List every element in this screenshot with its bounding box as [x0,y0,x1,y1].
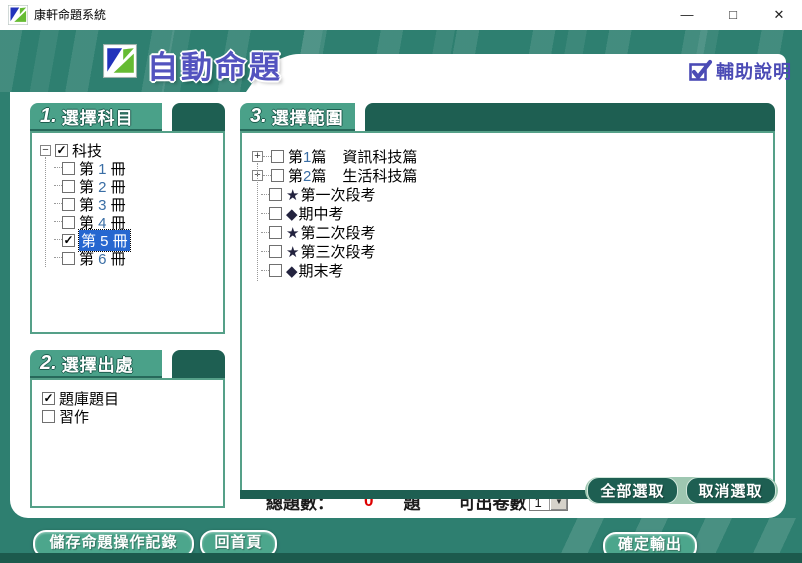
range-tree: + 第1篇資訊科技篇 + 第2篇生活科技篇 ★第一次段考 ◆期中考 [252,147,417,280]
checkbox-exam-1[interactable] [269,188,282,201]
source-item: 習作 [42,407,119,425]
checkbox-exam-2[interactable] [269,207,282,220]
panel2-title: 選擇出處 [62,351,134,376]
tree-connector [45,157,46,267]
selection-buttons-strip: 全部選取 取消選取 [585,477,778,504]
checkbox-exam-3[interactable] [269,226,282,239]
page-title: 自動命題 [147,42,283,87]
tree-row-book: 第 6 冊 [54,249,130,267]
checkbox-exam-4[interactable] [269,245,282,258]
help-link[interactable]: 輔助說明 [688,58,792,84]
panel2-banner: 2. 選擇出處 [30,350,162,378]
tree-label-exam-5[interactable]: ◆期末考 [286,260,344,281]
tree-row-exam: ◆期末考 [252,261,417,280]
deselect-all-button[interactable]: 取消選取 [686,477,776,504]
tree-label-book-6[interactable]: 第 6 冊 [79,248,126,269]
tree-label-exam-1[interactable]: ★第一次段考 [286,184,375,205]
tree-row-chapter: + 第1篇資訊科技篇 [252,147,417,166]
tree-row-exam: ★第三次段考 [252,242,417,261]
help-label: 輔助說明 [716,58,792,84]
tree-row-book: 第 1 冊 [54,159,130,177]
panel1-title: 選擇科目 [62,104,134,129]
tree-row-exam: ◆期中考 [252,204,417,223]
window-title: 康軒命題系統 [34,0,106,30]
checkbox-bank-questions[interactable]: ✓ [42,392,55,405]
source-list-box: ✓ 題庫題目 習作 [30,378,225,508]
panel1-banner-tab [172,103,225,131]
tree-row-root: − ✓ 科技 [40,141,130,159]
tree-connector [257,163,258,281]
app-logo-icon[interactable] [8,5,28,25]
source-label-workbook[interactable]: 習作 [59,406,89,427]
tree-row-book: 第 4 冊 [54,213,130,231]
checkbox-book-5[interactable]: ✓ [62,234,75,247]
tree-row-chapter: + 第2篇生活科技篇 [252,166,417,185]
subject-tree: − ✓ 科技 第 1 冊 第 2 冊 第 3 冊 第 4 冊 [40,141,130,267]
checkbox-book-2[interactable] [62,180,75,193]
panel2-step-number: 2. [40,352,57,375]
checkbox-book-3[interactable] [62,198,75,211]
help-check-icon [688,59,713,84]
tree-row-book: 第 2 冊 [54,177,130,195]
checkbox-book-4[interactable] [62,216,75,229]
tree-label-exam-3[interactable]: ★第二次段考 [286,222,375,243]
source-item: ✓ 題庫題目 [42,389,119,407]
range-tree-box: + 第1篇資訊科技篇 + 第2篇生活科技篇 ★第一次段考 ◆期中考 [240,131,775,490]
tree-label-exam-2[interactable]: ◆期中考 [286,203,344,224]
tree-label-chapter-2[interactable]: 第2篇生活科技篇 [288,165,417,186]
panel3-banner-tab [365,103,775,131]
checkbox-book-1[interactable] [62,162,75,175]
bottom-strip [0,553,802,563]
checkbox-subject[interactable]: ✓ [55,144,68,157]
subject-tree-box: − ✓ 科技 第 1 冊 第 2 冊 第 3 冊 第 4 冊 [30,131,225,334]
source-list: ✓ 題庫題目 習作 [42,389,119,425]
panel3-step-number: 3. [250,105,267,128]
tree-row-exam: ★第二次段考 [252,223,417,242]
panel1-step-number: 1. [40,105,57,128]
expand-icon[interactable]: + [252,151,263,162]
collapse-icon[interactable]: − [40,145,51,156]
title-bar: 康軒命題系統 — □ ✕ [0,0,802,30]
panel3-title: 選擇範圍 [272,104,344,129]
minimize-button[interactable]: — [664,0,710,30]
panel2-banner-tab [172,350,225,378]
checkbox-chapter-1[interactable] [271,150,284,163]
tree-row-exam: ★第一次段考 [252,185,417,204]
maximize-button[interactable]: □ [710,0,756,30]
checkbox-exam-5[interactable] [269,264,282,277]
tree-label-exam-4[interactable]: ★第三次段考 [286,241,375,262]
panel1-banner: 1. 選擇科目 [30,103,162,131]
tree-row-book-selected: ✓ 第 5 冊 [54,231,130,249]
checkbox-book-6[interactable] [62,252,75,265]
tree-label-chapter-1[interactable]: 第1篇資訊科技篇 [288,146,417,167]
panel3-banner: 3. 選擇範圍 [240,103,355,131]
close-button[interactable]: ✕ [756,0,802,30]
window-controls: — □ ✕ [664,0,802,30]
checkbox-chapter-2[interactable] [271,169,284,182]
checkbox-workbook[interactable] [42,410,55,423]
tree-row-book: 第 3 冊 [54,195,130,213]
select-all-button[interactable]: 全部選取 [587,477,677,504]
app-logo-icon [103,44,137,78]
